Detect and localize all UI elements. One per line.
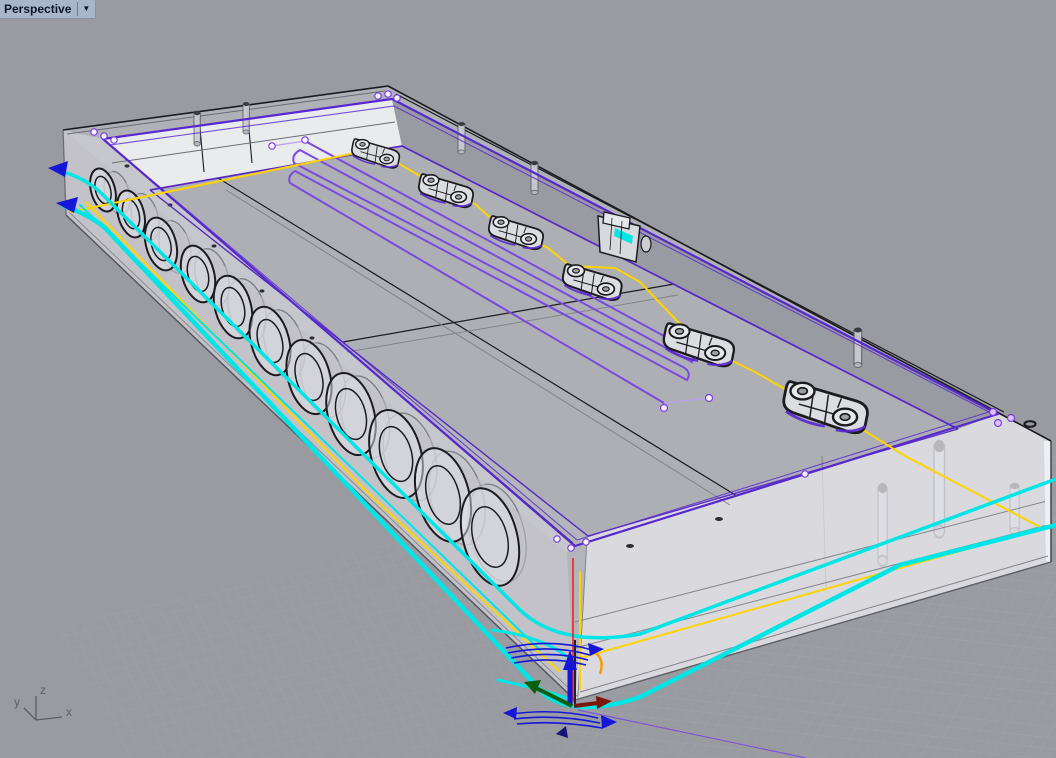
viewport-title-separator [77,2,79,16]
axis-z-label: z [40,683,46,697]
viewport-3d-scene: z y x [0,0,1056,758]
viewport-title[interactable]: Perspective [4,2,71,16]
axis-x-label: x [66,705,72,719]
axis-y-label: y [14,695,20,709]
viewport-canvas[interactable]: z y x Perspective ▼ [0,0,1056,758]
viewport-title-button[interactable]: Perspective ▼ [0,0,97,19]
viewport-menu-arrow-icon[interactable]: ▼ [82,5,92,13]
